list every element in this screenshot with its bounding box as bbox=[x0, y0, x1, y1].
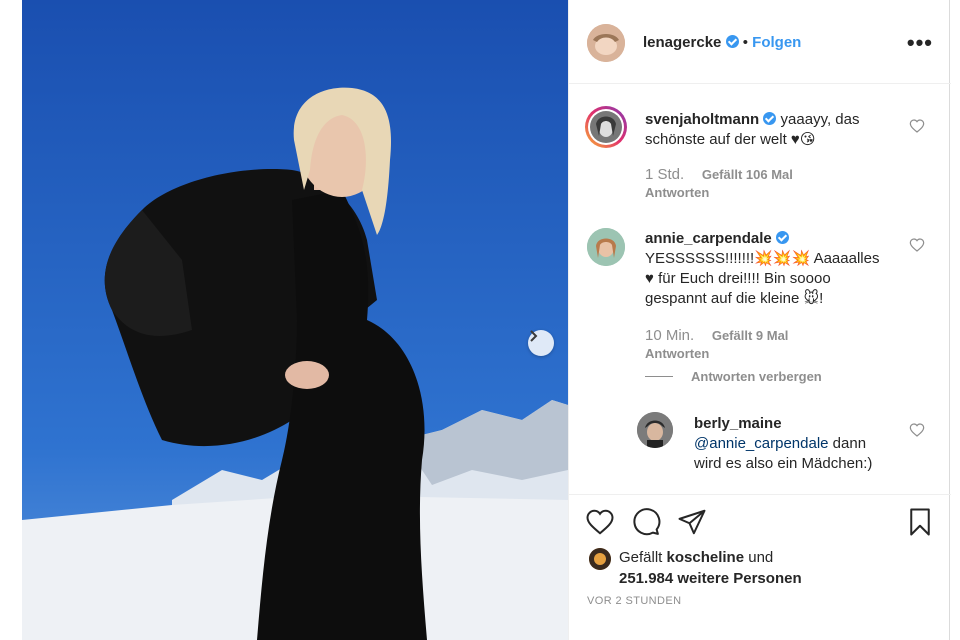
commenter-avatar[interactable] bbox=[585, 106, 627, 148]
like-comment-heart-icon[interactable] bbox=[909, 118, 925, 134]
commenter-avatar-image bbox=[587, 228, 625, 266]
comment-body-line-2: ♥ für Euch drei!!!! Bin soooo bbox=[645, 270, 831, 287]
liker-avatar-image bbox=[589, 548, 611, 570]
post-sidebar: lenagercke • Folgen ••• svenjaholtmann y… bbox=[568, 0, 951, 640]
likes-summary: Gefällt koscheline und 251.984 weitere P… bbox=[619, 547, 802, 589]
commenter-avatar-image bbox=[588, 109, 624, 145]
commenter-avatar[interactable] bbox=[587, 228, 625, 266]
likes-and: und bbox=[748, 549, 774, 566]
next-photo-button[interactable] bbox=[528, 330, 554, 356]
author-username[interactable]: lenagercke bbox=[643, 34, 721, 51]
likes-count[interactable]: 251.984 weitere Personen bbox=[619, 570, 802, 587]
comment-text: svenjaholtmann yaaayy, das schönste auf … bbox=[645, 110, 895, 150]
comment-text: annie_carpendale YESSSSSS!!!!!!!💥💥💥 Aaaa… bbox=[645, 229, 895, 309]
hide-replies-label: Antworten verbergen bbox=[691, 369, 822, 384]
comment-meta: 10 Min. Gefällt 9 Mal bbox=[645, 327, 788, 344]
verified-icon bbox=[775, 231, 789, 244]
hide-replies-button[interactable]: Antworten verbergen bbox=[645, 369, 822, 384]
separator-dot: • bbox=[742, 34, 748, 51]
comment-time: 10 Min. bbox=[645, 327, 695, 344]
comment-username[interactable]: annie_carpendale bbox=[645, 230, 772, 247]
heart-icon[interactable] bbox=[585, 507, 615, 537]
divider-line bbox=[645, 376, 673, 377]
comment-time: 1 Std. bbox=[645, 166, 685, 183]
reply-button[interactable]: Antworten bbox=[645, 185, 709, 200]
comment-reply-row: Antworten bbox=[645, 346, 709, 361]
post-header: lenagercke • Folgen ••• bbox=[569, 0, 951, 84]
comment-icon[interactable] bbox=[631, 507, 661, 537]
liker-avatar[interactable] bbox=[589, 548, 611, 570]
post-timestamp: VOR 2 STUNDEN bbox=[587, 595, 682, 607]
reply-body-rest: dann bbox=[832, 435, 867, 452]
author-line: lenagercke • Folgen bbox=[643, 34, 801, 51]
comment-reply-row: Antworten bbox=[645, 185, 709, 200]
reply-text: berly_maine @annie_carpendale dann wird … bbox=[694, 414, 904, 474]
like-reply-heart-icon[interactable] bbox=[909, 422, 925, 438]
reply-username[interactable]: berly_maine bbox=[694, 415, 782, 432]
author-avatar-image bbox=[587, 24, 625, 62]
instagram-post-view: lenagercke • Folgen ••• svenjaholtmann y… bbox=[0, 0, 960, 640]
comment-body-line-3: gespannt auf die kleine 🐭! bbox=[645, 290, 824, 307]
author-avatar[interactable] bbox=[587, 24, 625, 62]
comment-likes[interactable]: Gefällt 106 Mal bbox=[702, 167, 793, 182]
reply-avatar-image bbox=[637, 412, 673, 448]
reply-avatar[interactable] bbox=[637, 412, 673, 448]
post-photo-illustration bbox=[22, 0, 568, 640]
follow-button[interactable]: Folgen bbox=[752, 34, 801, 51]
share-icon[interactable] bbox=[677, 507, 707, 537]
like-comment-heart-icon[interactable] bbox=[909, 237, 925, 253]
more-icon[interactable]: ••• bbox=[907, 30, 933, 56]
verified-icon bbox=[763, 112, 777, 125]
verified-icon bbox=[725, 35, 739, 48]
comment-body-line-1: YESSSSSS!!!!!!!💥💥💥 Aaaaalles bbox=[645, 250, 880, 267]
comment-meta: 1 Std. Gefällt 106 Mal bbox=[645, 166, 793, 183]
reply-button[interactable]: Antworten bbox=[645, 346, 709, 361]
post-photo[interactable] bbox=[22, 0, 568, 640]
reply-body-line-2: wird es also ein Mädchen:) bbox=[694, 455, 873, 472]
comment-likes[interactable]: Gefällt 9 Mal bbox=[712, 328, 789, 343]
likes-prefix: Gefällt bbox=[619, 549, 663, 566]
comment-username[interactable]: svenjaholtmann bbox=[645, 111, 759, 128]
likes-first-user[interactable]: koscheline bbox=[667, 549, 745, 566]
post-actions: Gefällt koscheline und 251.984 weitere P… bbox=[569, 494, 951, 640]
bookmark-icon[interactable] bbox=[905, 507, 935, 537]
chevron-right-icon bbox=[530, 330, 538, 342]
mention-link[interactable]: @annie_carpendale bbox=[694, 435, 829, 452]
